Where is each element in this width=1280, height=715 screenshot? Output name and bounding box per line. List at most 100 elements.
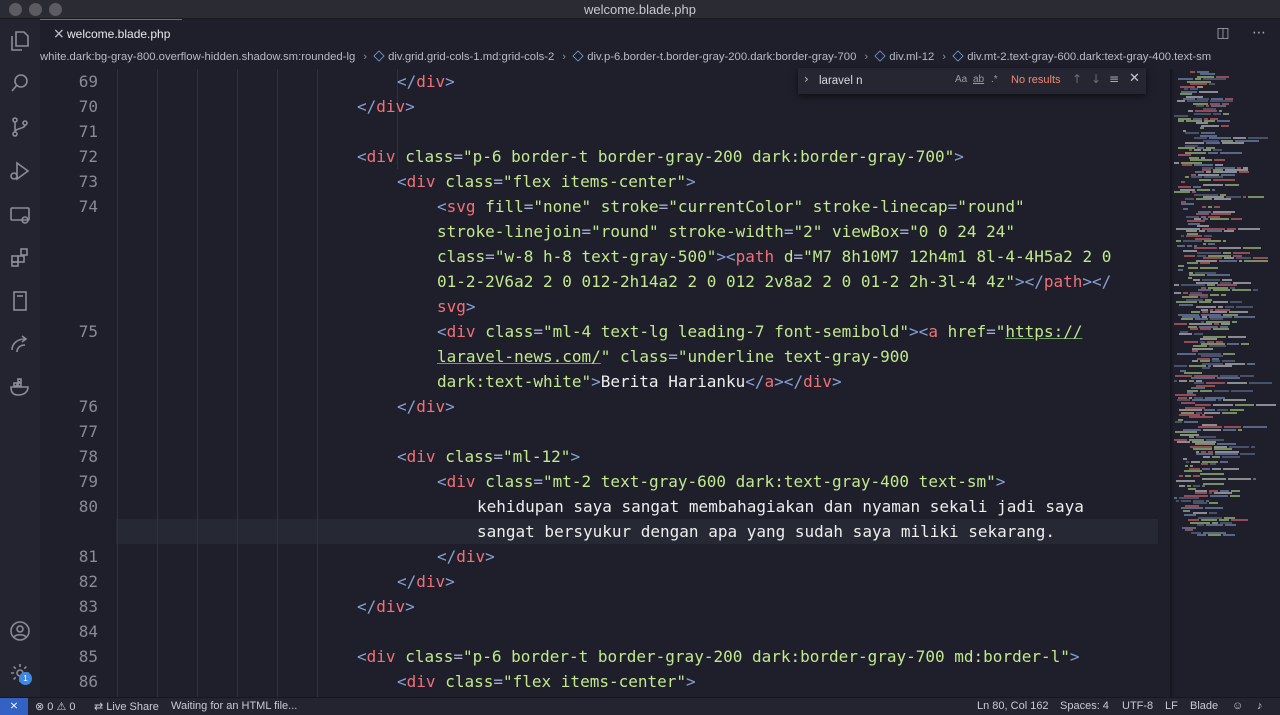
minimap-code-segment <box>1178 120 1184 122</box>
code-line: </div> <box>357 597 415 616</box>
previous-match-icon[interactable]: ↑ <box>1072 72 1082 86</box>
minimap-code-segment <box>1223 534 1235 537</box>
close-find-icon[interactable]: ✕ <box>1129 71 1140 86</box>
breadcrumb-item[interactable]: div.grid.grid-cols-1.md:grid-cols-2 <box>388 51 554 63</box>
line-number: 83 <box>78 597 98 616</box>
code-line: <div class="mt-2 text-gray-600 dark:text… <box>437 472 1006 491</box>
minimap-code-segment <box>1240 453 1255 456</box>
editor-actions: ◫ ⋯ <box>1198 25 1266 41</box>
minimap-code-segment <box>1213 365 1232 367</box>
minimap-code-segment <box>1214 159 1225 162</box>
explorer-icon[interactable] <box>8 29 32 53</box>
minimap-code-segment <box>1194 112 1211 115</box>
run-debug-icon[interactable] <box>8 159 32 183</box>
minimap-code-segment <box>1179 475 1183 478</box>
minimap-code-segment <box>1203 183 1223 186</box>
minimap-code-segment <box>1199 301 1211 304</box>
tab-welcome-blade[interactable]: × welcome.blade.php <box>40 19 182 47</box>
feedback-icon[interactable]: ☺ <box>1232 700 1243 712</box>
minimap-code-segment <box>1184 340 1198 343</box>
whole-word-toggle[interactable]: ab <box>973 74 984 85</box>
live-share-label: Live Share <box>106 701 159 713</box>
language-mode[interactable]: Blade <box>1190 700 1218 712</box>
minimap-code-segment <box>1232 289 1251 292</box>
minimap-code-segment <box>1238 227 1260 230</box>
search-icon[interactable] <box>8 71 32 95</box>
line-number: 84 <box>78 622 98 641</box>
live-share-button[interactable]: ⇄ Live Share <box>94 700 159 713</box>
code-editor[interactable]: 69 70 71 72 73 74 75 76 77 78 79 80 81 8… <box>40 69 1170 697</box>
close-tab-icon[interactable]: × <box>53 26 65 42</box>
minimap-code-segment <box>1244 259 1268 262</box>
live-share-icon: ⇄ <box>94 701 104 713</box>
minimap-code-segment <box>1232 320 1237 323</box>
encoding[interactable]: UTF-8 <box>1122 700 1153 712</box>
docker-icon[interactable] <box>8 375 32 399</box>
minimap-code-segment <box>1222 142 1244 145</box>
line-number: 72 <box>78 147 98 166</box>
code-line: </div> <box>397 572 455 591</box>
minimap-code-segment <box>1189 416 1213 419</box>
breadcrumb-item[interactable]: div.p-6.border-t.border-gray-200.dark:bo… <box>587 51 856 63</box>
code-line: </div> <box>437 547 495 566</box>
minimap-code-segment <box>1225 183 1239 186</box>
chevron-right-icon: › <box>942 51 947 63</box>
minimap-code-segment <box>1231 218 1242 220</box>
minimap-code-segment <box>1214 205 1220 208</box>
warning-icon: ⚠ <box>56 701 67 713</box>
find-input[interactable] <box>816 71 951 91</box>
line-number: 77 <box>78 422 98 441</box>
minimap-code-segment <box>1183 208 1188 211</box>
breadcrumb-item[interactable]: div.mt-2.text-gray-600.dark:text-gray-40… <box>967 51 1211 63</box>
minimap-code-segment <box>1210 494 1228 497</box>
cursor-position[interactable]: Ln 80, Col 162 <box>977 700 1049 712</box>
minimap-code-segment <box>1185 475 1191 478</box>
breadcrumb-item[interactable]: div.ml-12 <box>889 51 934 63</box>
minimap-code-segment <box>1231 389 1253 392</box>
chevron-right-icon: › <box>562 51 567 63</box>
code-line: kehidupan saya sangat membahagiakan dan … <box>477 497 1084 516</box>
next-match-icon[interactable]: ↓ <box>1091 72 1101 86</box>
minimap-code-segment <box>1213 178 1235 181</box>
book-icon[interactable] <box>8 289 32 313</box>
line-number: 69 <box>78 72 98 91</box>
more-actions-icon[interactable]: ⋯ <box>1252 25 1266 41</box>
line-number: 80 <box>78 497 98 516</box>
minimap[interactable] <box>1170 69 1280 697</box>
code-area[interactable]: </div> </div> <div class="p-6 border-t b… <box>116 69 1170 697</box>
split-editor-icon[interactable]: ◫ <box>1216 25 1229 41</box>
line-number: 78 <box>78 447 98 466</box>
indentation[interactable]: Spaces: 4 <box>1060 700 1109 712</box>
minimap-code-segment <box>1213 328 1229 331</box>
match-case-toggle[interactable]: Aa <box>955 74 967 85</box>
minimap-code-segment <box>1194 333 1203 336</box>
remote-indicator-icon[interactable]: ⨯ <box>0 698 28 715</box>
minimap-code-segment <box>1183 240 1202 243</box>
minimap-code-segment <box>1185 132 1199 135</box>
toggle-replace-chevron-icon[interactable]: › <box>804 72 809 86</box>
problems-indicator[interactable]: ⊗ 0 ⚠ 0 <box>35 700 76 713</box>
source-control-icon[interactable] <box>8 115 32 139</box>
minimap-code-segment <box>1184 254 1195 257</box>
minimap-code-segment <box>1187 244 1192 247</box>
minimap-code-segment <box>1201 463 1208 465</box>
minimap-code-segment <box>1241 342 1249 345</box>
find-in-selection-icon[interactable]: ≡ <box>1109 72 1119 86</box>
minimap-code-segment <box>1223 352 1235 355</box>
minimap-code-segment <box>1177 352 1196 355</box>
end-of-line[interactable]: LF <box>1165 700 1178 712</box>
minimap-code-segment <box>1209 512 1217 514</box>
extensions-icon[interactable] <box>8 246 32 270</box>
minimap-code-segment <box>1218 399 1221 402</box>
minimap-code-segment <box>1251 445 1255 448</box>
regex-toggle[interactable]: .* <box>991 74 998 85</box>
notifications-bell-icon[interactable]: ♪ <box>1257 700 1263 712</box>
accounts-icon[interactable] <box>8 619 32 643</box>
minimap-code-segment <box>1243 426 1267 429</box>
minimap-code-segment <box>1176 499 1179 502</box>
remote-explorer-icon[interactable] <box>8 203 32 227</box>
live-share-icon[interactable] <box>8 332 32 356</box>
minimap-code-segment <box>1214 389 1229 392</box>
minimap-code-segment <box>1205 507 1223 510</box>
breadcrumb-item[interactable]: white.dark:bg-gray-800.overflow-hidden.s… <box>40 51 355 63</box>
